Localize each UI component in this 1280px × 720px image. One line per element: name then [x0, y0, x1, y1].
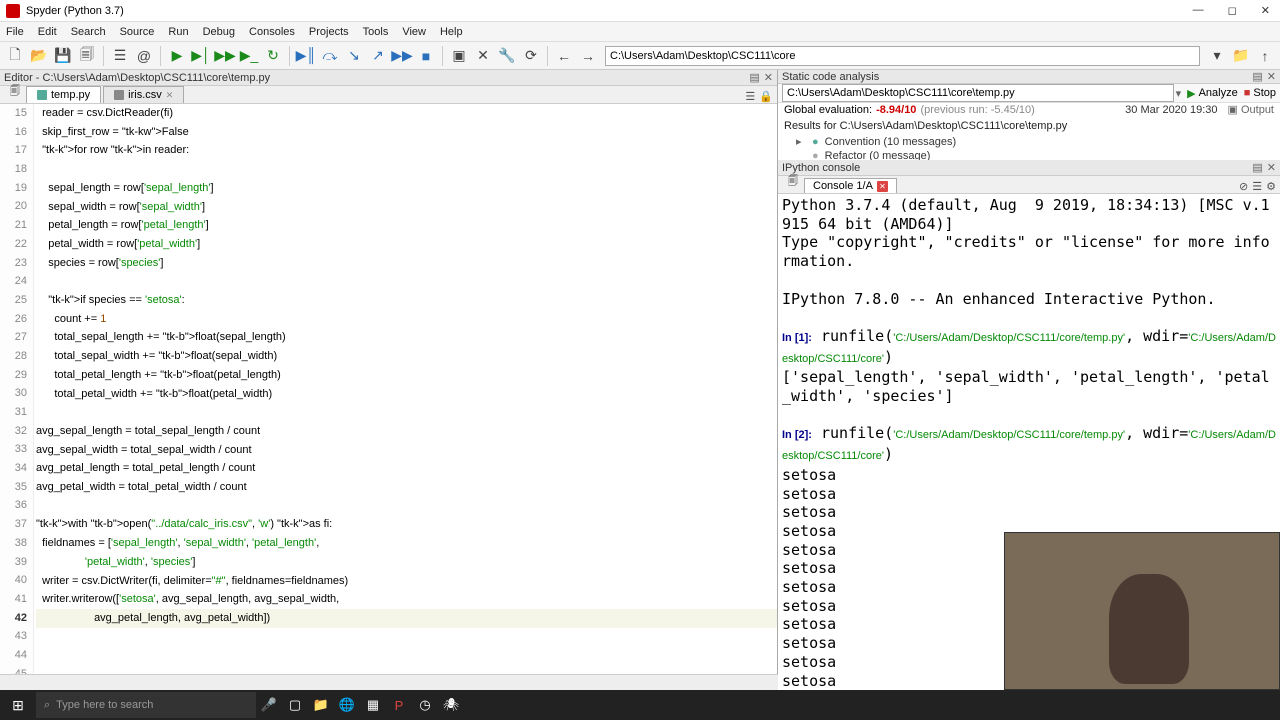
- step-over-icon[interactable]: ⤼: [319, 45, 341, 67]
- menu-bar: File Edit Search Source Run Debug Consol…: [0, 22, 1280, 42]
- analysis-close-icon[interactable]: ✕: [1267, 70, 1276, 83]
- back-icon[interactable]: ←: [553, 45, 575, 67]
- window-title: Spyder (Python 3.7): [26, 5, 124, 17]
- console-browse-icon[interactable]: 🗐: [782, 171, 804, 193]
- editor-header: Editor - C:\Users\Adam\Desktop\CSC111\co…: [0, 70, 777, 86]
- analysis-stop-button[interactable]: ■Stop: [1244, 87, 1276, 99]
- open-file-icon[interactable]: 📂: [28, 45, 50, 67]
- menu-tools[interactable]: Tools: [363, 26, 389, 38]
- analysis-path-input[interactable]: C:\Users\Adam\Desktop\CSC111\core\temp.p…: [782, 84, 1174, 102]
- dir-dropdown-icon[interactable]: ▾: [1206, 45, 1228, 67]
- tab-temp-py[interactable]: temp.py: [26, 86, 101, 103]
- explorer-icon[interactable]: 📁: [308, 690, 334, 720]
- console-tab[interactable]: Console 1/A✕: [804, 178, 897, 193]
- task-view-icon[interactable]: ▢: [282, 690, 308, 720]
- code-editor[interactable]: 1516171819202122232425262728293031323334…: [0, 104, 777, 674]
- console-tab-close-icon[interactable]: ✕: [877, 181, 888, 192]
- spyder-taskbar-icon[interactable]: 🕷: [438, 690, 464, 720]
- menu-projects[interactable]: Projects: [309, 26, 349, 38]
- editor-tabs: 🗐 temp.py iris.csv✕ ☰🔒: [0, 86, 777, 104]
- menu-consoles[interactable]: Consoles: [249, 26, 295, 38]
- analysis-item-convention[interactable]: ▸●Convention (10 messages): [784, 134, 1274, 149]
- console-gear-icon[interactable]: ⚙: [1266, 180, 1276, 193]
- pane-options-icon[interactable]: ▤: [749, 71, 759, 84]
- chrome-icon[interactable]: 🌐: [334, 690, 360, 720]
- menu-debug[interactable]: Debug: [203, 26, 235, 38]
- console-options-icon[interactable]: ▤: [1252, 161, 1262, 174]
- run-selection-icon[interactable]: ▶_: [238, 45, 260, 67]
- analyze-button[interactable]: ▶Analyze: [1187, 87, 1238, 100]
- toolbar: 🗋 📂 💾 🗐 ☰ @ ▶ ▶│ ▶▶ ▶_ ↻ ▶║ ⤼ ↘ ↗ ▶▶ ■ ▣…: [0, 42, 1280, 70]
- fullscreen-icon[interactable]: ✕: [472, 45, 494, 67]
- step-in-icon[interactable]: ↘: [343, 45, 365, 67]
- python-path-icon[interactable]: ⟳: [520, 45, 542, 67]
- tab-iris-csv[interactable]: iris.csv✕: [103, 86, 184, 103]
- app-icon: [6, 4, 20, 18]
- analysis-header: Static code analysis ▤✕: [778, 70, 1280, 84]
- working-dir-input[interactable]: C:\Users\Adam\Desktop\CSC111\core: [605, 46, 1200, 66]
- maximize-button[interactable]: ◻: [1224, 4, 1241, 17]
- at-icon[interactable]: @: [133, 45, 155, 67]
- taskbar-search[interactable]: ⌕ Type here to search: [36, 692, 256, 718]
- pane-close-icon[interactable]: ✕: [764, 71, 773, 84]
- rerun-icon[interactable]: ↻: [262, 45, 284, 67]
- title-bar: Spyder (Python 3.7) — ◻ ✕: [0, 0, 1280, 22]
- mic-icon[interactable]: 🎤: [256, 690, 282, 720]
- step-out-icon[interactable]: ↗: [367, 45, 389, 67]
- console-menu-icon[interactable]: ☰: [1252, 180, 1262, 193]
- windows-taskbar: ⊞ ⌕ Type here to search 🎤 ▢ 📁 🌐 ▦ P ◷ 🕷: [0, 690, 1280, 720]
- minimize-button[interactable]: —: [1189, 4, 1208, 17]
- close-button[interactable]: ✕: [1257, 4, 1274, 17]
- app-icon-1[interactable]: ▦: [360, 690, 386, 720]
- run-cell-advance-icon[interactable]: ▶▶: [214, 45, 236, 67]
- menu-view[interactable]: View: [402, 26, 426, 38]
- start-button[interactable]: ⊞: [0, 690, 36, 720]
- menu-source[interactable]: Source: [120, 26, 155, 38]
- analysis-options-icon[interactable]: ▤: [1252, 70, 1262, 83]
- stop-debug-icon[interactable]: ■: [415, 45, 437, 67]
- editor-lock-icon[interactable]: 🔒: [759, 90, 773, 103]
- analysis-output-button[interactable]: ▣ Output: [1228, 103, 1274, 116]
- run-icon[interactable]: ▶: [166, 45, 188, 67]
- run-cell-icon[interactable]: ▶│: [190, 45, 212, 67]
- editor-options-icon[interactable]: ☰: [745, 90, 755, 103]
- parent-dir-icon[interactable]: ↑: [1254, 45, 1276, 67]
- console-header: IPython console ▤✕: [778, 160, 1280, 176]
- powerpoint-icon[interactable]: P: [386, 690, 412, 720]
- analysis-score-row: Global evaluation: -8.94/10 (previous ru…: [778, 103, 1280, 116]
- save-icon[interactable]: 💾: [52, 45, 74, 67]
- app-icon-2[interactable]: ◷: [412, 690, 438, 720]
- analysis-path-dropdown-icon[interactable]: ▾: [1176, 87, 1182, 100]
- menu-file[interactable]: File: [6, 26, 24, 38]
- webcam-overlay: [1004, 532, 1280, 690]
- browse-tabs-icon[interactable]: 🗐: [4, 81, 26, 103]
- debug-icon[interactable]: ▶║: [295, 45, 317, 67]
- new-file-icon[interactable]: 🗋: [4, 45, 26, 67]
- list-icon[interactable]: ☰: [109, 45, 131, 67]
- menu-search[interactable]: Search: [71, 26, 106, 38]
- browse-dir-icon[interactable]: 📁: [1230, 45, 1252, 67]
- menu-help[interactable]: Help: [440, 26, 463, 38]
- maximize-pane-icon[interactable]: ▣: [448, 45, 470, 67]
- preferences-icon[interactable]: 🔧: [496, 45, 518, 67]
- menu-run[interactable]: Run: [168, 26, 188, 38]
- continue-icon[interactable]: ▶▶: [391, 45, 413, 67]
- console-close-icon[interactable]: ✕: [1267, 161, 1276, 174]
- menu-edit[interactable]: Edit: [38, 26, 57, 38]
- analysis-results: Results for C:\Users\Adam\Desktop\CSC111…: [778, 116, 1280, 165]
- forward-icon[interactable]: →: [577, 45, 599, 67]
- console-interrupt-icon[interactable]: ⊘: [1239, 180, 1248, 193]
- save-all-icon[interactable]: 🗐: [76, 45, 98, 67]
